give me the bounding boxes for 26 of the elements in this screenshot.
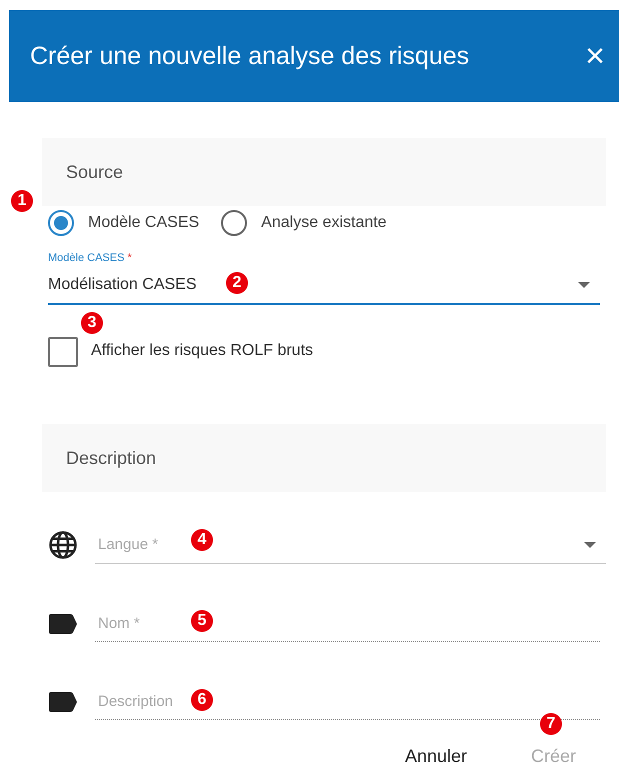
radio-label: Modèle CASES	[88, 214, 200, 232]
field-label: Modèle CASES *	[48, 252, 133, 266]
select-placeholder: Langue *	[98, 536, 158, 553]
section-header: Source	[42, 138, 606, 206]
dropdown-caret-icon	[578, 282, 590, 288]
label-icon	[48, 613, 78, 635]
cancel-button[interactable]: Annuler	[396, 740, 475, 767]
globe-icon	[48, 530, 78, 560]
close-button[interactable]: ×	[581, 39, 609, 73]
select-value: Modélisation CASES	[48, 276, 197, 294]
callout-badge: 4	[191, 529, 213, 551]
section-header: Description	[42, 424, 606, 492]
radio-option[interactable]: Analyse existante	[221, 210, 387, 236]
dialog-title: Créer une nouvelle analyse des risques	[30, 42, 470, 70]
checkbox-label: Afficher les risques ROLF bruts	[91, 342, 314, 360]
label-icon	[48, 691, 78, 713]
callout-badge: 3	[81, 312, 103, 334]
callout-badge: 2	[226, 272, 248, 294]
callout-badge: 5	[191, 610, 213, 632]
checkbox[interactable]	[48, 337, 78, 367]
radio-option[interactable]: Modèle CASES	[48, 210, 200, 236]
callout-badge: 6	[191, 689, 213, 711]
callout-badge: 1	[11, 190, 33, 212]
callout-badge: 7	[540, 713, 562, 735]
dropdown-caret-icon	[584, 542, 596, 548]
radio-label: Analyse existante	[261, 214, 387, 232]
